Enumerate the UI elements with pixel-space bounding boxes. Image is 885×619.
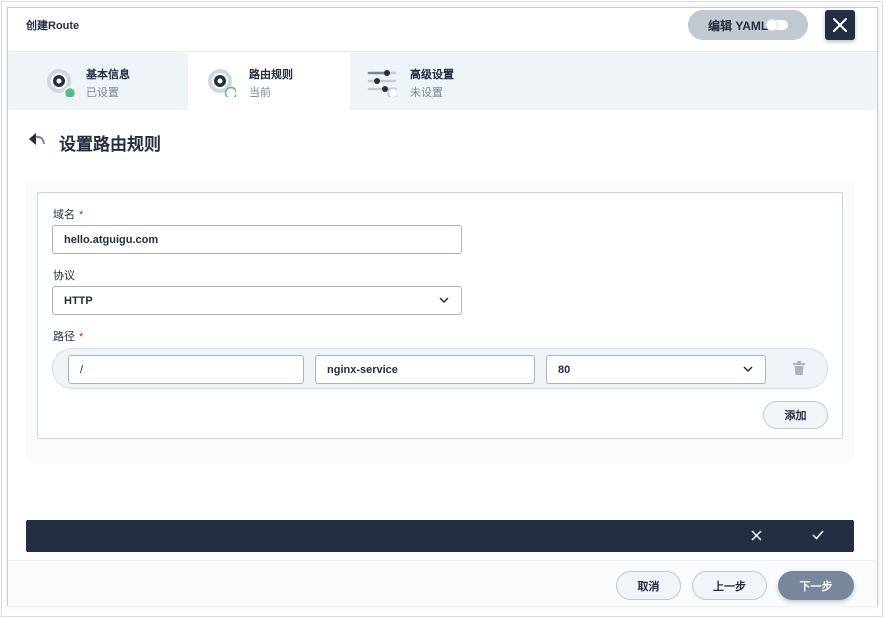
step-basic-info[interactable]: 基本信息 已设置 xyxy=(8,53,170,110)
modal-footer: 取消 上一步 下一步 xyxy=(8,560,877,606)
port-value: 80 xyxy=(558,363,571,376)
step-advanced-settings[interactable]: 高级设置 未设置 xyxy=(350,53,512,110)
modal-header: 创建Route 编辑 YAML xyxy=(8,8,877,52)
route-rule-form: 域名 * hello.atguigu.com 协议 HTTP 路径 * / ngin… xyxy=(37,192,843,439)
protocol-value: HTTP xyxy=(64,294,93,307)
protocol-label: 协议 xyxy=(53,270,75,282)
path-input[interactable]: / xyxy=(68,355,304,384)
sliders-icon xyxy=(367,70,397,97)
step-title: 路由规则 xyxy=(249,69,293,81)
step-title: 基本信息 xyxy=(86,69,130,81)
add-path-button[interactable]: 添加 xyxy=(763,401,828,429)
edit-yaml-toggle[interactable]: 编辑 YAML xyxy=(688,10,808,40)
domain-label: 域名 * xyxy=(53,209,84,221)
chevron-down-icon xyxy=(743,366,753,373)
modal-title: 创建Route xyxy=(26,20,80,32)
step-status: 已设置 xyxy=(86,87,119,99)
back-icon[interactable] xyxy=(28,132,46,146)
confirm-bar xyxy=(26,520,854,552)
step-status: 未设置 xyxy=(410,87,443,99)
close-icon[interactable] xyxy=(751,530,762,541)
next-button[interactable]: 下一步 xyxy=(778,571,854,600)
step-status: 当前 xyxy=(249,87,271,99)
step-title: 高级设置 xyxy=(410,69,454,81)
step-current-icon xyxy=(208,69,236,97)
close-icon xyxy=(833,18,847,32)
create-route-modal: 创建Route 编辑 YAML 基本信息 已设置 路由规则 当前 高级设置 未设… xyxy=(7,7,878,606)
required-mark: * xyxy=(79,209,84,221)
path-rule-row: / nginx-service 80 xyxy=(52,348,828,389)
edit-yaml-label: 编辑 YAML xyxy=(708,18,769,33)
previous-button[interactable]: 上一步 xyxy=(692,571,767,600)
close-button[interactable] xyxy=(825,10,855,40)
trash-icon[interactable] xyxy=(793,361,805,375)
section-title: 设置路由规则 xyxy=(59,135,161,154)
toggle-knob xyxy=(766,19,778,31)
cancel-button[interactable]: 取消 xyxy=(616,571,681,600)
port-select[interactable]: 80 xyxy=(546,355,766,384)
service-input[interactable]: nginx-service xyxy=(315,355,535,384)
step-route-rules[interactable]: 路由规则 当前 xyxy=(188,53,350,110)
domain-input[interactable]: hello.atguigu.com xyxy=(52,225,462,254)
check-icon[interactable] xyxy=(812,530,824,540)
path-label: 路径 * xyxy=(53,331,84,343)
required-mark: * xyxy=(79,331,84,343)
step-bar: 基本信息 已设置 路由规则 当前 高级设置 未设置 xyxy=(8,53,877,110)
chevron-down-icon xyxy=(439,297,449,304)
step-done-icon xyxy=(47,69,75,97)
protocol-select[interactable]: HTTP xyxy=(52,286,462,315)
toggle-switch[interactable] xyxy=(766,19,788,31)
